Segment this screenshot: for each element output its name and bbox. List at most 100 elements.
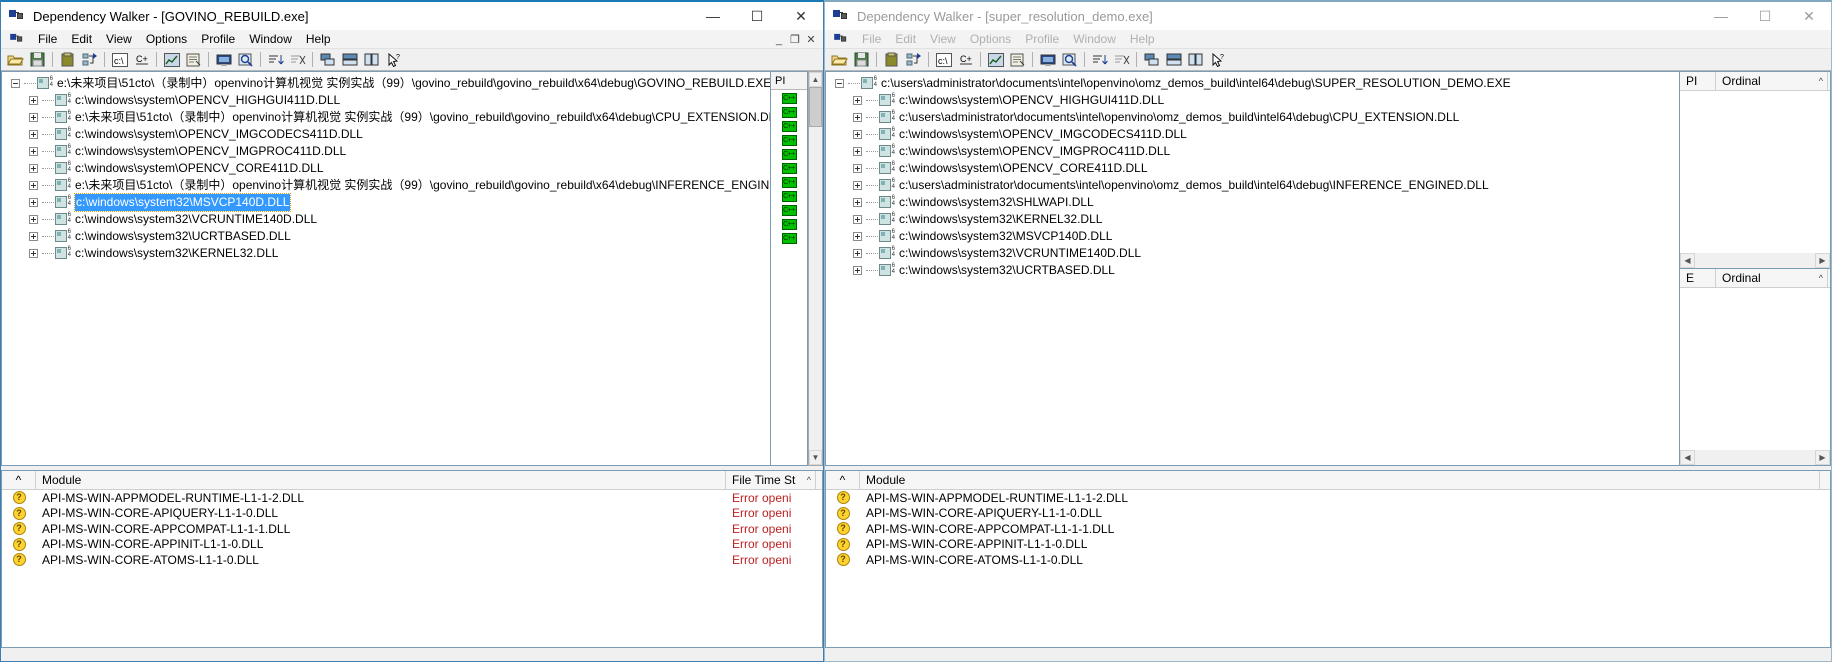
mdi-restore-button[interactable]: ❐ — [787, 33, 803, 46]
view-module-icon[interactable] — [903, 50, 924, 69]
tree-row[interactable]: 6 4 c:\windows\system\OPENCV_IMGCODECS411D… — [6, 126, 770, 143]
pi-column-header[interactable]: PI — [1680, 72, 1716, 90]
arrange-horizontal-icon[interactable] — [1141, 50, 1162, 69]
titlebar-right[interactable]: Dependency Walker - [super_resolution_de… — [825, 2, 1831, 30]
tree-row[interactable]: 6 4 c:\users\administrator\documents\intel… — [830, 75, 1679, 92]
properties-icon[interactable] — [183, 50, 204, 69]
expand-icon[interactable] — [848, 181, 866, 190]
module-list-left[interactable]: ^ Module File Time St ^ ? API-MS-WIN-APPMODE… — [1, 470, 823, 648]
save-icon[interactable] — [27, 50, 48, 69]
tree-row[interactable]: 6 4 c:\windows\system32\KERNEL32.DLL — [830, 211, 1679, 228]
menu-edit[interactable]: Edit — [64, 30, 99, 49]
menu-options[interactable]: Options — [963, 30, 1018, 49]
scroll-track[interactable] — [809, 87, 822, 450]
column-header-file-time-st[interactable]: File Time St ^ — [726, 471, 816, 489]
copy-icon[interactable] — [881, 50, 902, 69]
titlebar-left[interactable]: Dependency Walker - [GOVINO_REBUILD.exe]… — [1, 2, 823, 30]
tree-row[interactable]: 6 4 c:\windows\system32\MSVCP140D.DLL — [6, 193, 770, 212]
maximize-button[interactable]: ☐ — [735, 2, 779, 30]
tree-row[interactable]: 6 4 c:\windows\system\OPENCV_IMGPROC411D.D… — [830, 143, 1679, 160]
scroll-track[interactable] — [1695, 450, 1815, 465]
column-header-module[interactable]: Module — [36, 471, 726, 489]
help-cursor-icon[interactable]: ? — [383, 50, 404, 69]
tree-row[interactable]: 6 4 e:\未来项目\51cto\（录制中）openvino计算机视觉 实例实战（… — [6, 75, 770, 92]
table-row[interactable]: ? API-MS-WIN-CORE-APIQUERY-L1-1-0.DLL Erro… — [2, 506, 822, 522]
tree-row[interactable]: 6 4 c:\windows\system32\VCRUNTIME140D.DLL — [6, 211, 770, 228]
tree-row[interactable]: 6 4 c:\windows\system\OPENCV_CORE411D.DLL — [830, 160, 1679, 177]
scroll-down-arrow[interactable]: ▼ — [809, 450, 822, 465]
tree-row[interactable]: 6 4 c:\users\administrator\documents\intel… — [830, 109, 1679, 126]
close-button[interactable]: ✕ — [1787, 2, 1831, 30]
expand-icon[interactable] — [24, 147, 42, 156]
menu-help[interactable]: Help — [1123, 30, 1162, 49]
close-button[interactable]: ✕ — [779, 2, 823, 30]
expand-icon[interactable] — [848, 113, 866, 122]
pi-list-right[interactable] — [1680, 91, 1830, 253]
menu-file[interactable]: File — [855, 30, 888, 49]
tree-row[interactable]: 6 4 c:\windows\system32\VCRUNTIME140D.DLL — [830, 245, 1679, 262]
tree-row[interactable]: 6 4 c:\windows\system\OPENCV_CORE411D.DLL — [6, 160, 770, 177]
ordinal-column-header[interactable]: Ordinal ^ — [1716, 269, 1828, 287]
table-row[interactable]: ? API-MS-WIN-CORE-APPCOMPAT-L1-1-1.DLL — [826, 521, 1830, 537]
expand-icon[interactable] — [24, 113, 42, 122]
table-row[interactable]: ? API-MS-WIN-CORE-APIQUERY-L1-1-0.DLL — [826, 506, 1830, 522]
table-row[interactable]: ? API-MS-WIN-CORE-APPINIT-L1-1-0.DLL — [826, 537, 1830, 553]
save-icon[interactable] — [851, 50, 872, 69]
sort-icon[interactable] — [1089, 50, 1110, 69]
expand-icon[interactable] — [848, 198, 866, 207]
e-list-right[interactable] — [1680, 288, 1830, 450]
module-tree-right[interactable]: 6 4 c:\users\administrator\documents\intel… — [825, 71, 1679, 466]
menu-options[interactable]: Options — [139, 30, 194, 49]
tree-row[interactable]: 6 4 e:\未来项目\51cto\（录制中）openvino计算机视觉 实例实战（… — [6, 109, 770, 126]
expand-icon[interactable] — [848, 215, 866, 224]
table-row[interactable]: ? API-MS-WIN-APPMODEL-RUNTIME-L1-1-2.DLL E… — [2, 490, 822, 506]
menu-view[interactable]: View — [99, 30, 139, 49]
e-column-header[interactable]: E — [1680, 269, 1716, 287]
expand-icon[interactable] — [24, 96, 42, 105]
tree-row[interactable]: 6 4 c:\windows\system\OPENCV_IMGCODECS411D… — [830, 126, 1679, 143]
minimize-button[interactable]: — — [1699, 2, 1743, 30]
expand-icon[interactable] — [24, 130, 42, 139]
arrange-vertical-icon[interactable] — [339, 50, 360, 69]
menu-window[interactable]: Window — [1066, 30, 1123, 49]
expand-icon[interactable] — [848, 96, 866, 105]
help-cursor-icon[interactable]: ? — [1207, 50, 1228, 69]
menu-profile[interactable]: Profile — [1018, 30, 1066, 49]
clear-icon[interactable] — [1111, 50, 1132, 69]
open-icon[interactable] — [5, 50, 26, 69]
column-header--[interactable]: ^ — [826, 471, 860, 489]
tree-row[interactable]: 6 4 c:\windows\system32\SHLWAPI.DLL — [830, 194, 1679, 211]
system-info-icon[interactable] — [213, 50, 234, 69]
collapse-icon[interactable] — [6, 79, 24, 88]
menu-file[interactable]: File — [31, 30, 64, 49]
table-row[interactable]: ? API-MS-WIN-APPMODEL-RUNTIME-L1-1-2.DLL — [826, 490, 1830, 506]
mdi-app-icon[interactable] — [10, 33, 24, 45]
arrange-tile-icon[interactable] — [1185, 50, 1206, 69]
search-icon[interactable] — [1059, 50, 1080, 69]
minimize-button[interactable]: — — [691, 2, 735, 30]
scroll-up-arrow[interactable]: ▲ — [809, 72, 822, 87]
arrange-vertical-icon[interactable] — [1163, 50, 1184, 69]
undecorate-icon[interactable]: C+ — [131, 50, 152, 69]
profile-icon[interactable] — [161, 50, 182, 69]
expand-icon[interactable] — [848, 249, 866, 258]
table-row[interactable]: ? API-MS-WIN-CORE-ATOMS-L1-1-0.DLL Error o… — [2, 552, 822, 568]
expand-icon[interactable] — [24, 249, 42, 258]
view-module-icon[interactable] — [79, 50, 100, 69]
pi-hscrollbar-right[interactable]: ◀ ▶ — [1680, 253, 1830, 268]
expand-icon[interactable] — [24, 164, 42, 173]
profile-icon[interactable] — [985, 50, 1006, 69]
properties-icon[interactable] — [1007, 50, 1028, 69]
copy-icon[interactable] — [57, 50, 78, 69]
mdi-close-button[interactable]: ✕ — [803, 33, 819, 46]
menu-profile[interactable]: Profile — [194, 30, 242, 49]
e-hscrollbar-right[interactable]: ◀ ▶ — [1680, 450, 1830, 465]
undecorate-icon[interactable]: C+ — [955, 50, 976, 69]
table-row[interactable]: ? API-MS-WIN-CORE-ATOMS-L1-1-0.DLL — [826, 552, 1830, 568]
ordinal-column-header[interactable]: Ordinal ^ — [1716, 72, 1828, 90]
arrange-horizontal-icon[interactable] — [317, 50, 338, 69]
mdi-app-icon[interactable] — [834, 33, 848, 45]
tree-row[interactable]: 6 4 c:\windows\system32\UCRTBASED.DLL — [6, 228, 770, 245]
table-row[interactable]: ? API-MS-WIN-CORE-APPCOMPAT-L1-1-1.DLL Err… — [2, 521, 822, 537]
menu-help[interactable]: Help — [299, 30, 338, 49]
